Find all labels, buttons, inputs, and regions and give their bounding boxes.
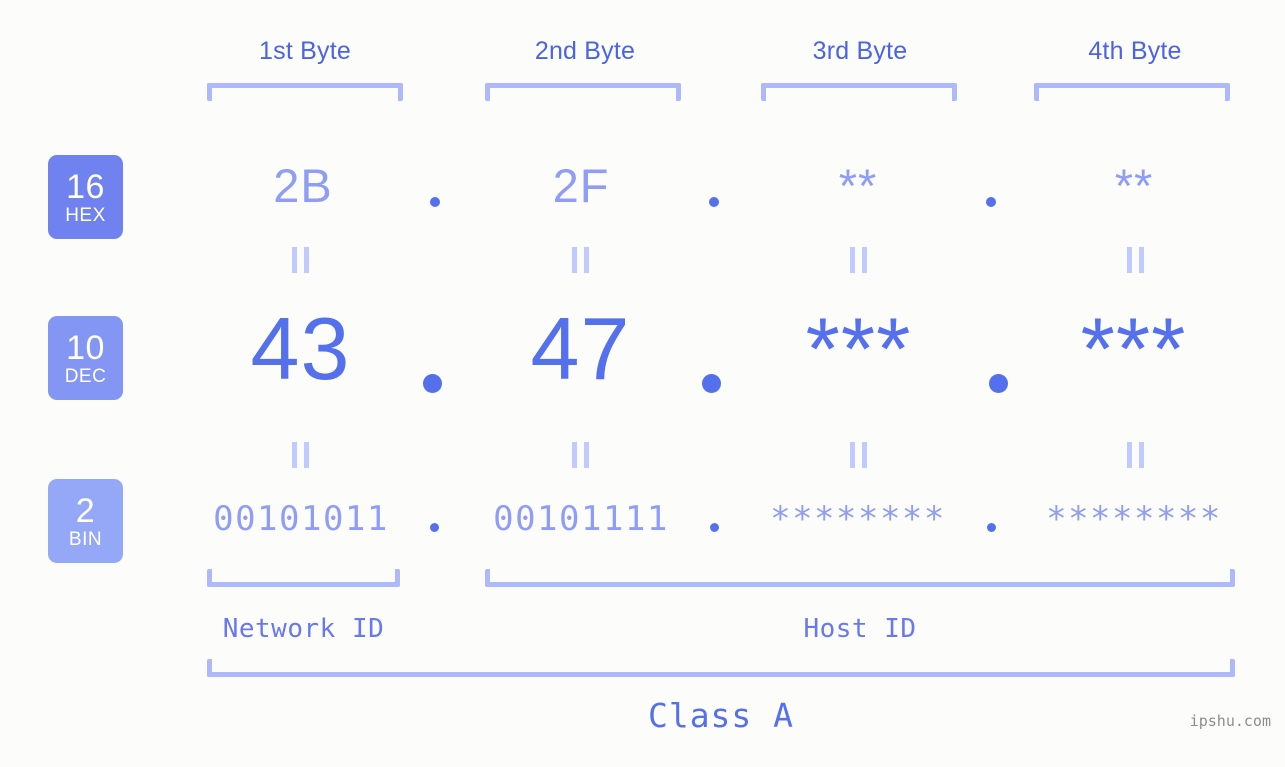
host-id-bracket <box>485 569 1235 587</box>
byte-header-2: 2nd Byte <box>534 37 636 65</box>
byte-header-1: 1st Byte <box>259 37 351 65</box>
bin-separator-2 <box>710 523 719 532</box>
dec-byte-4: *** <box>1080 299 1187 398</box>
byte-header-3: 3rd Byte <box>812 37 908 65</box>
base-badge-bin-name: BIN <box>68 528 103 550</box>
dec-byte-3: *** <box>805 299 912 398</box>
dec-byte-2: 47 <box>530 299 631 398</box>
bin-separator-3 <box>987 523 996 532</box>
host-id-label: Host ID <box>803 614 917 644</box>
equals-mark-dec-bin-2 <box>572 442 589 468</box>
hex-separator-1 <box>430 197 440 207</box>
hex-byte-1: 2B <box>273 159 333 212</box>
base-badge-hex: 16 HEX <box>48 155 123 239</box>
network-id-bracket <box>207 569 400 587</box>
equals-mark-dec-bin-1 <box>292 442 309 468</box>
equals-mark-hex-dec-1 <box>292 247 309 273</box>
equals-mark-dec-bin-3 <box>850 442 867 468</box>
dec-separator-1 <box>423 374 442 393</box>
byte-bracket-top-4 <box>1034 83 1230 101</box>
hex-separator-3 <box>986 197 996 207</box>
byte-bracket-top-2 <box>485 83 681 101</box>
byte-bracket-top-3 <box>761 83 957 101</box>
hex-byte-4: ** <box>1114 159 1154 212</box>
diagram-canvas: 1st Byte 2nd Byte 3rd Byte 4th Byte 16 H… <box>0 0 1285 767</box>
base-badge-dec-name: DEC <box>64 365 107 387</box>
watermark: ipshu.com <box>1189 712 1271 730</box>
network-id-label: Network ID <box>222 614 385 644</box>
bin-byte-3: ******** <box>770 499 946 539</box>
bin-separator-1 <box>430 523 439 532</box>
class-bracket <box>207 659 1235 677</box>
class-label: Class A <box>647 696 795 735</box>
base-badge-dec: 10 DEC <box>48 316 123 400</box>
equals-mark-dec-bin-4 <box>1127 442 1144 468</box>
bin-byte-2: 00101111 <box>493 499 669 539</box>
base-badge-hex-number: 16 <box>66 167 105 206</box>
hex-separator-2 <box>709 197 719 207</box>
dec-byte-1: 43 <box>250 299 351 398</box>
hex-byte-2: 2F <box>552 159 610 212</box>
dec-separator-2 <box>702 374 721 393</box>
equals-mark-hex-dec-3 <box>850 247 867 273</box>
base-badge-hex-name: HEX <box>65 204 106 226</box>
byte-bracket-top-1 <box>207 83 403 101</box>
equals-mark-hex-dec-2 <box>572 247 589 273</box>
bin-byte-1: 00101011 <box>213 499 389 539</box>
dec-separator-3 <box>989 374 1008 393</box>
base-badge-bin: 2 BIN <box>48 479 123 563</box>
base-badge-dec-number: 10 <box>66 328 105 367</box>
base-badge-bin-number: 2 <box>75 491 96 530</box>
byte-header-4: 4th Byte <box>1088 37 1182 65</box>
equals-mark-hex-dec-4 <box>1127 247 1144 273</box>
hex-byte-3: ** <box>838 159 878 212</box>
bin-byte-4: ******** <box>1046 499 1222 539</box>
